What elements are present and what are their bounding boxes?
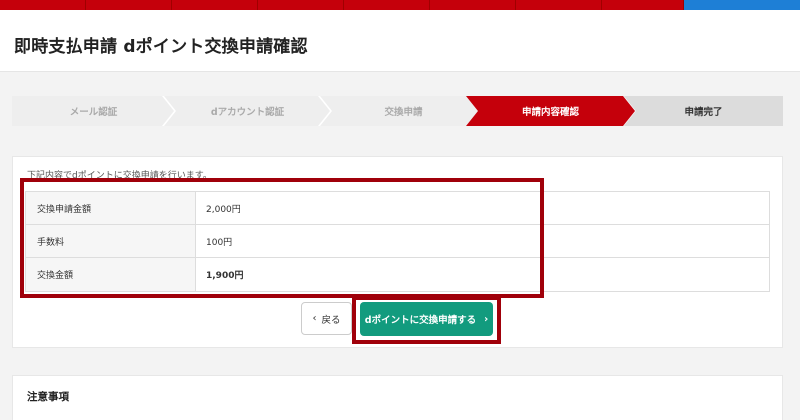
chevron-left-icon: ‹ [312, 313, 317, 324]
step-exchange-request: 交換申請 [320, 96, 487, 126]
step-confirm: 申請内容確認 [466, 96, 635, 126]
step-d-account-auth: dアカウント認証 [164, 96, 331, 126]
chevron-right-icon: › [484, 313, 489, 325]
table-row: 交換金額 1,900円 [26, 258, 769, 291]
top-bar-segment [258, 0, 344, 10]
table-row: 手数料 100円 [26, 225, 769, 258]
top-color-bar [0, 0, 800, 10]
page-header: 即時支払申請 dポイント交換申請確認 [0, 10, 800, 72]
top-bar-segment [602, 0, 684, 10]
top-bar-segment [344, 0, 430, 10]
submit-exchange-button[interactable]: dポイントに交換申請する › [360, 302, 493, 336]
top-bar-segment [430, 0, 516, 10]
back-button-label: 戻る [321, 314, 341, 326]
confirm-table: 交換申請金額 2,000円 手数料 100円 交換金額 1,900円 [25, 191, 770, 292]
notes-section: 注意事項 [12, 375, 783, 420]
progress-steps: メール認証 dアカウント認証 交換申請 申請内容確認 申請完了 [12, 96, 783, 126]
top-bar-segment [172, 0, 258, 10]
top-bar-segment [86, 0, 172, 10]
page-title: 即時支払申請 dポイント交換申請確認 [14, 37, 308, 57]
row-value: 100円 [206, 237, 233, 248]
confirm-intro: 下記内容でdポイントに交換申請を行います。 [27, 171, 212, 181]
row-label: 交換金額 [26, 258, 196, 291]
table-row: 交換申請金額 2,000円 [26, 192, 769, 225]
row-label: 交換申請金額 [26, 192, 196, 224]
top-bar-segment [0, 0, 86, 10]
back-button[interactable]: ‹ 戻る [301, 302, 352, 335]
top-bar-segment [516, 0, 602, 10]
step-complete: 申請完了 [624, 96, 783, 126]
step-mail-auth: メール認証 [12, 96, 175, 126]
row-label: 手数料 [26, 225, 196, 257]
top-bar-segment-blue [684, 0, 800, 10]
submit-button-label: dポイントに交換申請する [364, 315, 477, 326]
row-value: 2,000円 [206, 204, 241, 215]
row-value-total: 1,900円 [206, 271, 244, 281]
notes-title: 注意事項 [27, 391, 69, 403]
